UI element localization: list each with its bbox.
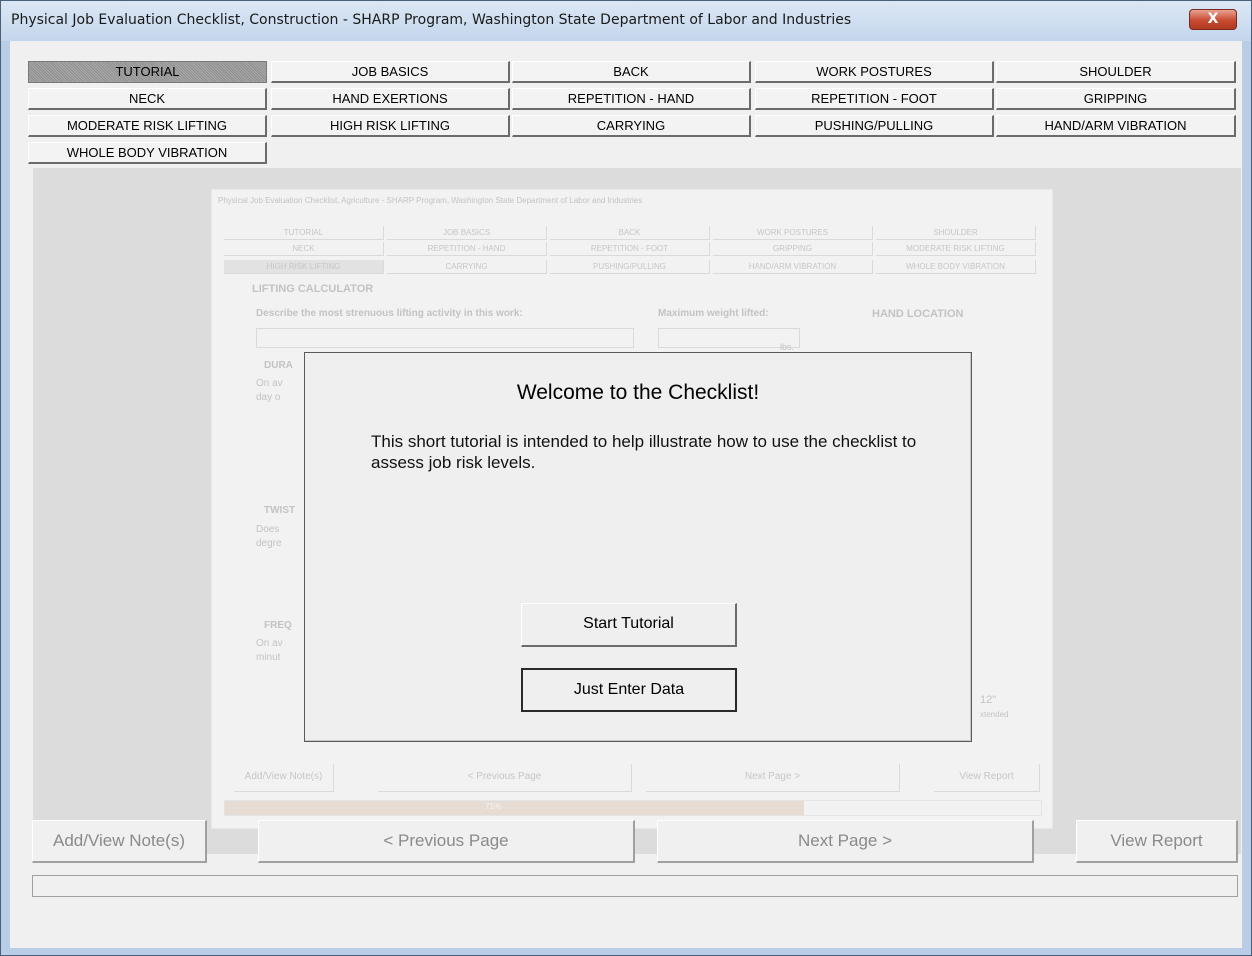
tab-shoulder[interactable]: SHOULDER [996, 61, 1236, 83]
app-window: Physical Job Evaluation Checklist, Const… [0, 0, 1252, 956]
tab-repetition-hand[interactable]: REPETITION - HAND [512, 88, 751, 110]
bg-duration-text-2: day o [256, 392, 281, 403]
tab-job-basics[interactable]: JOB BASICS [271, 61, 510, 83]
window-title: Physical Job Evaluation Checklist, Const… [11, 12, 852, 28]
bg-window-title: Physical Job Evaluation Checklist, Agric… [218, 196, 643, 205]
bg-twisting-text-2: degre [256, 538, 282, 549]
bg-tab: HAND/ARM VIBRATION [713, 260, 873, 274]
bg-frequency-text-1: On av [256, 638, 283, 649]
dialog-body: This short tutorial is intended to help … [371, 432, 917, 472]
tab-whole-body-vibration[interactable]: WHOLE BODY VIBRATION [28, 142, 267, 164]
bg-nav-button: View Report [934, 764, 1040, 792]
bg-tab: JOB BASICS [387, 226, 547, 240]
dialog-title: Welcome to the Checklist! [516, 381, 760, 404]
tab-hand-exertions[interactable]: HAND EXERTIONS [271, 88, 510, 110]
bg-nav-button: < Previous Page [378, 764, 632, 792]
bg-hand-location: HAND LOCATION [872, 308, 964, 320]
bg-distance-label: 12" [980, 694, 997, 706]
bg-weight-unit: lbs. [780, 342, 795, 352]
tab-hand-arm-vibration[interactable]: HAND/ARM VIBRATION [996, 115, 1236, 137]
bg-tab: BACK [550, 226, 710, 240]
bg-frequency-title: FREQ [264, 620, 292, 631]
bg-duration-title: DURA [264, 360, 293, 371]
bg-distance-sublabel: xtended [980, 710, 1009, 719]
bg-tab: MODERATE RISK LIFTING [876, 242, 1036, 256]
bg-tab: HIGH RISK LIFTING [224, 260, 384, 274]
tab-back[interactable]: BACK [512, 61, 751, 83]
status-bar [32, 875, 1238, 897]
bg-twisting-text-1: Does [256, 524, 280, 535]
bg-progress-label: 71% [485, 802, 502, 811]
welcome-dialog: Welcome to the Checklist! This short tut… [304, 352, 972, 742]
tab-tutorial[interactable]: TUTORIAL [28, 61, 267, 83]
bg-tab: REPETITION - HAND [387, 242, 547, 256]
tab-pushing-pulling[interactable]: PUSHING/PULLING [755, 115, 994, 137]
bg-max-weight-label: Maximum weight lifted: [658, 308, 769, 319]
title-bar: Physical Job Evaluation Checklist, Const… [1, 1, 1251, 41]
bg-duration-text-1: On av [256, 378, 283, 389]
tab-carrying[interactable]: CARRYING [512, 115, 751, 137]
bg-tab: WORK POSTURES [713, 226, 873, 240]
bg-tab: GRIPPING [713, 242, 873, 256]
previous-page-button[interactable]: < Previous Page [258, 820, 635, 863]
bg-weight-input [658, 328, 800, 348]
bg-nav-button: Add/View Note(s) [234, 764, 334, 792]
bg-tab: PUSHING/PULLING [550, 260, 710, 274]
client-area: TUTORIAL JOB BASICS BACK WORK POSTURES SHOUL… [10, 41, 1242, 948]
bg-progress-fill [225, 801, 805, 815]
tab-neck[interactable]: NECK [28, 88, 267, 110]
close-button[interactable]: X [1189, 9, 1237, 30]
bg-progress-bar: 71% [224, 800, 1042, 816]
bg-tab: NECK [224, 242, 384, 256]
start-tutorial-button[interactable]: Start Tutorial [521, 603, 737, 647]
bg-twisting-title: TWIST [264, 505, 296, 516]
bg-question: Describe the most strenuous lifting acti… [256, 308, 523, 319]
bg-tab: SHOULDER [876, 226, 1036, 240]
bg-description-input [256, 328, 634, 348]
tab-high-risk-lifting[interactable]: HIGH RISK LIFTING [271, 115, 510, 137]
tab-work-postures[interactable]: WORK POSTURES [755, 61, 994, 83]
just-enter-data-button[interactable]: Just Enter Data [521, 668, 737, 712]
bg-frequency-text-2: minut [256, 652, 281, 663]
bg-nav-button: Next Page > [646, 764, 900, 792]
bg-tab: REPETITION - FOOT [550, 242, 710, 256]
bg-tab: TUTORIAL [224, 226, 384, 240]
bg-tab: CARRYING [387, 260, 547, 274]
tab-moderate-risk-lifting[interactable]: MODERATE RISK LIFTING [28, 115, 267, 137]
view-report-button[interactable]: View Report [1076, 820, 1238, 863]
add-view-notes-button[interactable]: Add/View Note(s) [32, 820, 207, 863]
bg-tab: WHOLE BODY VIBRATION [876, 260, 1036, 274]
tab-repetition-foot[interactable]: REPETITION - FOOT [755, 88, 994, 110]
tab-gripping[interactable]: GRIPPING [996, 88, 1236, 110]
bg-section-title: LIFTING CALCULATOR [252, 283, 374, 295]
next-page-button[interactable]: Next Page > [657, 820, 1034, 863]
